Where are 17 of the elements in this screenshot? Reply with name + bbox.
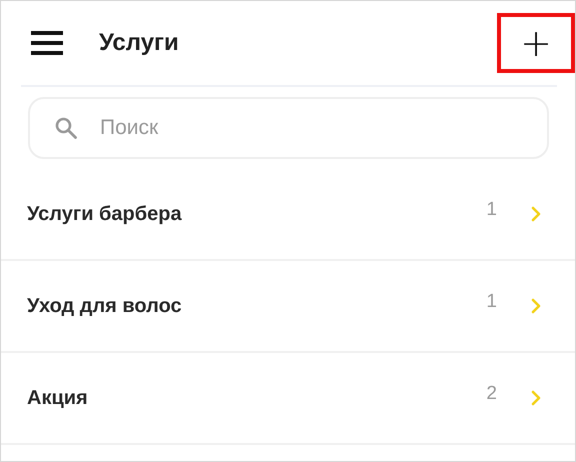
chevron-right-icon (531, 206, 541, 222)
menu-icon[interactable] (31, 31, 63, 55)
search-field[interactable]: Поиск (28, 97, 549, 159)
category-name: Уход для волос (27, 294, 183, 318)
category-row[interactable]: Уход для волос 1 (1, 261, 575, 353)
search-icon (54, 116, 78, 140)
category-row[interactable]: Услуги барбера 1 (1, 169, 575, 261)
item-count: 1 (486, 199, 497, 221)
item-count: 2 (486, 383, 497, 405)
chevron-right-icon (531, 390, 541, 406)
add-button[interactable]: + (497, 13, 575, 73)
category-name: Акция (27, 386, 89, 410)
page-title: Услуги (99, 29, 180, 57)
item-count: 1 (486, 291, 497, 313)
category-name: Услуги барбера (27, 202, 183, 226)
chevron-right-icon (531, 298, 541, 314)
category-row[interactable]: Акция 2 (1, 353, 575, 445)
